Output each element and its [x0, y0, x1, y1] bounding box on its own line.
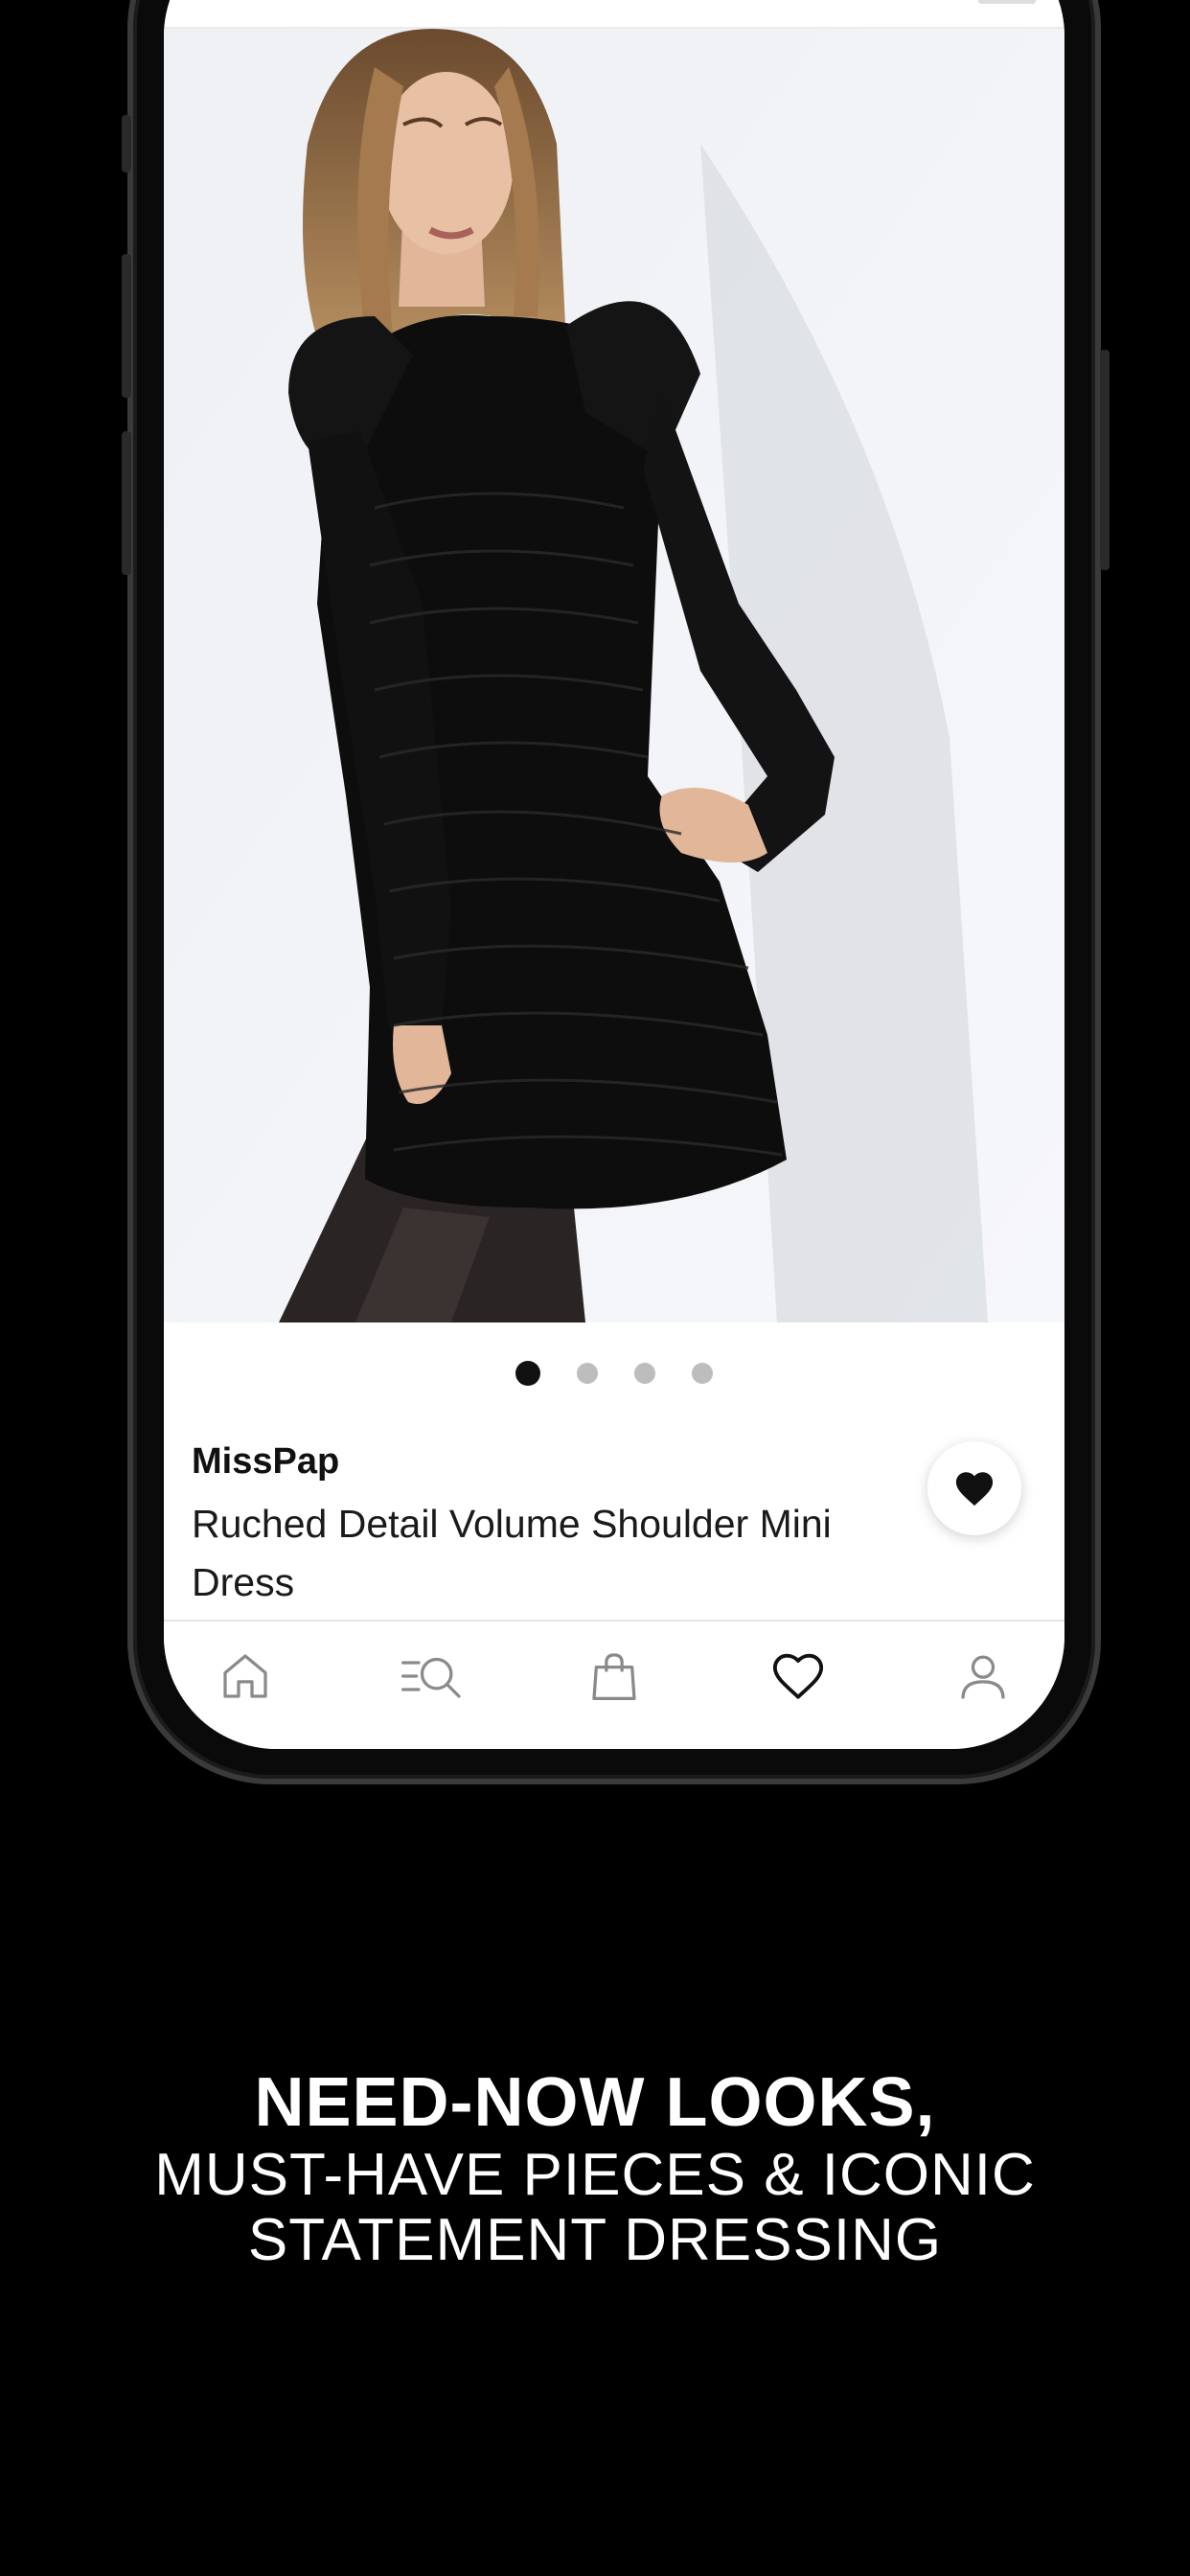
tab-wishlist[interactable] [765, 1643, 832, 1710]
product-brand[interactable]: MissPap [192, 1441, 339, 1483]
heart-filled-icon [955, 1472, 994, 1506]
marketing-tagline: NEED-NOW LOOKS, MUST-HAVE PIECES & ICONI… [0, 2062, 1190, 2273]
tab-home[interactable] [212, 1643, 279, 1710]
product-name[interactable]: Ruched Detail Volume Shoulder Mini Dress [192, 1495, 920, 1612]
phone-volume-down-button [122, 431, 131, 575]
shopping-bag-icon [592, 1653, 636, 1700]
phone-side-button [122, 115, 131, 172]
gallery-dot[interactable] [692, 1363, 713, 1384]
search-list-icon [401, 1657, 461, 1698]
gallery-pagination [164, 1361, 1064, 1386]
tagline-subline-2: STATEMENT DRESSING [247, 2207, 943, 2273]
gallery-dot[interactable] [634, 1363, 655, 1384]
top-bar [164, 0, 1064, 29]
top-bar-edge [978, 0, 1036, 4]
gallery-dot[interactable] [577, 1363, 598, 1384]
wishlist-toggle-button[interactable] [927, 1441, 1021, 1535]
bottom-tab-bar [164, 1620, 1064, 1749]
tab-bag[interactable] [581, 1643, 648, 1710]
gallery-dot[interactable] [515, 1361, 540, 1386]
product-photo-illustration [164, 29, 1064, 1322]
tab-search[interactable] [397, 1643, 468, 1710]
tab-account[interactable] [950, 1643, 1017, 1710]
tagline-subline-1: MUST-HAVE PIECES & ICONIC [154, 2142, 1036, 2208]
phone-volume-up-button [122, 254, 131, 398]
app-screen: MissPap Ruched Detail Volume Shoulder Mi… [164, 0, 1064, 1749]
tagline-headline: NEED-NOW LOOKS, [254, 2064, 936, 2141]
home-icon [223, 1654, 267, 1698]
heart-icon [772, 1653, 824, 1699]
user-icon [961, 1655, 1005, 1699]
product-image[interactable] [164, 29, 1064, 1322]
phone-power-button [1100, 350, 1110, 570]
